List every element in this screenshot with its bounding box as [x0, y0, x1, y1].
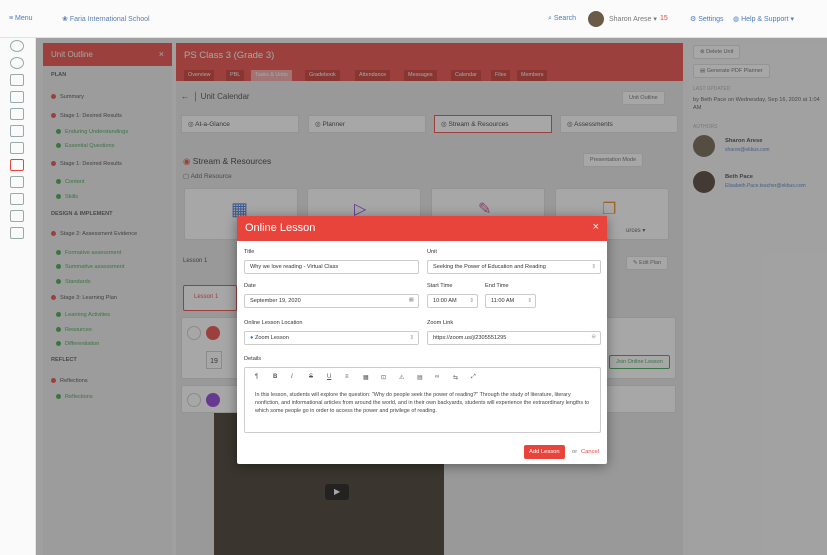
- notification-count[interactable]: 15: [660, 15, 668, 22]
- add-icon[interactable]: [10, 40, 24, 52]
- help-button[interactable]: ◍ Help & Support ▾: [733, 15, 794, 23]
- underline-icon[interactable]: U: [327, 374, 331, 380]
- menu-button[interactable]: ≡ Menu: [9, 15, 33, 22]
- link-icon[interactable]: ∞: [435, 374, 439, 380]
- or-text: or: [572, 449, 578, 455]
- embed-icon[interactable]: ▤: [417, 374, 423, 381]
- zoom-link-label: Zoom Link: [427, 320, 454, 326]
- location-label: Online Lesson Location: [244, 320, 303, 326]
- user-menu[interactable]: Sharon Arese ▾: [609, 15, 657, 23]
- chart-icon[interactable]: [10, 91, 24, 103]
- zoom-icon: ●: [250, 335, 254, 341]
- chevron-down-icon: ⇕: [409, 335, 414, 341]
- units-icon[interactable]: [10, 159, 24, 171]
- modal-header: Online Lesson ×: [237, 216, 607, 241]
- editor-toolbar: ¶ B I S U ≡ ▦ ⊡ ⚠ ▤ ∞ ⇆ ⤢: [255, 374, 595, 384]
- chevron-down-icon: ⇕: [469, 298, 474, 304]
- calendar-icon[interactable]: [10, 108, 24, 120]
- modal-title: Online Lesson: [245, 222, 316, 234]
- list-icon[interactable]: ≡: [345, 374, 349, 380]
- date-input[interactable]: September 19, 2020 ▦: [244, 294, 419, 308]
- building-icon[interactable]: [10, 74, 24, 86]
- date-label: Date: [244, 283, 256, 289]
- chevron-down-icon: ⇕: [591, 264, 596, 270]
- paragraph-icon[interactable]: ¶: [255, 374, 258, 380]
- zoom-link-input[interactable]: https://zoom.us/j/2305551295 ⊖: [427, 331, 601, 345]
- add-lesson-button[interactable]: Add Lesson: [524, 445, 565, 459]
- expand-icon[interactable]: ⤢: [471, 374, 476, 381]
- search-button[interactable]: ⌕ Search: [548, 15, 576, 23]
- details-text: In this lesson, students will explore th…: [255, 392, 590, 414]
- start-time-label: Start Time: [427, 283, 453, 289]
- title-label: Title: [244, 249, 255, 255]
- top-bar: ≡ Menu ❀ Faria International School ⌕ Se…: [0, 0, 827, 38]
- lock-icon: ⊖: [591, 334, 596, 340]
- table-icon[interactable]: ▦: [363, 374, 369, 381]
- calendar-icon: ▦: [408, 297, 414, 303]
- settings-button[interactable]: ⚙ Settings: [690, 15, 724, 23]
- italic-icon[interactable]: I: [291, 374, 293, 380]
- unit-select[interactable]: Seeking the Power of Education and Readi…: [427, 260, 601, 274]
- document-icon[interactable]: [10, 210, 24, 222]
- location-select[interactable]: ● Zoom Lesson ⇕: [244, 331, 419, 345]
- monitor-icon[interactable]: [10, 142, 24, 154]
- end-time-label: End Time: [485, 283, 509, 289]
- strikethrough-icon[interactable]: S: [309, 374, 313, 380]
- details-editor[interactable]: ¶ B I S U ≡ ▦ ⊡ ⚠ ▤ ∞ ⇆ ⤢ In this lesson…: [244, 367, 601, 433]
- bold-icon[interactable]: B: [273, 374, 277, 380]
- unit-label: Unit: [427, 249, 437, 255]
- image-icon[interactable]: ⊡: [381, 374, 386, 381]
- cancel-link[interactable]: Cancel: [581, 449, 599, 455]
- icon-rail: [0, 38, 36, 555]
- report-icon[interactable]: [10, 227, 24, 239]
- align-icon[interactable]: ⇆: [453, 374, 458, 381]
- warning-icon[interactable]: ⚠: [399, 374, 404, 381]
- chevron-down-icon: ⇕: [527, 298, 532, 304]
- details-label: Details: [244, 356, 262, 362]
- people-icon[interactable]: [10, 193, 24, 205]
- box-icon[interactable]: [10, 176, 24, 188]
- title-input[interactable]: Why we love reading - Virtual Class: [244, 260, 419, 274]
- compass-icon[interactable]: [10, 57, 24, 69]
- end-time-select[interactable]: 11:00 AM ⇕: [485, 294, 536, 308]
- start-time-select[interactable]: 10:00 AM ⇕: [427, 294, 478, 308]
- school-link[interactable]: ❀ Faria International School: [62, 15, 150, 23]
- close-icon[interactable]: ×: [593, 221, 599, 233]
- library-icon[interactable]: [10, 125, 24, 137]
- user-avatar[interactable]: [588, 11, 604, 27]
- online-lesson-modal: Online Lesson × Title Why we love readin…: [237, 216, 607, 464]
